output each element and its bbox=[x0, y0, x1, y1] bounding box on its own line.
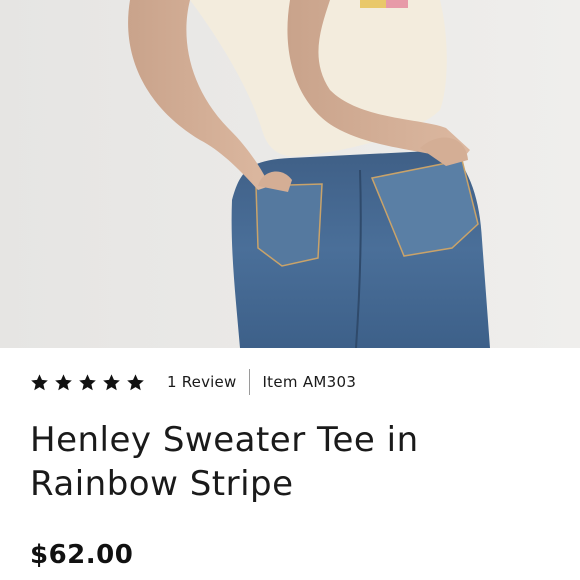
product-title: Henley Sweater Tee in Rainbow Stripe bbox=[30, 420, 419, 504]
meta-divider bbox=[249, 369, 251, 395]
star-icon bbox=[127, 373, 144, 390]
product-price: $62.00 bbox=[30, 540, 134, 570]
star-icon bbox=[31, 373, 48, 390]
item-number: Item AM303 bbox=[262, 373, 357, 391]
star-icon bbox=[103, 373, 120, 390]
product-image bbox=[0, 0, 580, 348]
star-icon bbox=[55, 373, 72, 390]
star-icon bbox=[79, 373, 96, 390]
star-rating[interactable] bbox=[30, 373, 145, 392]
reviews-link[interactable]: 1 Review bbox=[167, 373, 236, 391]
product-photo[interactable] bbox=[0, 0, 580, 348]
rating-row: 1 Review Item AM303 bbox=[30, 368, 356, 396]
